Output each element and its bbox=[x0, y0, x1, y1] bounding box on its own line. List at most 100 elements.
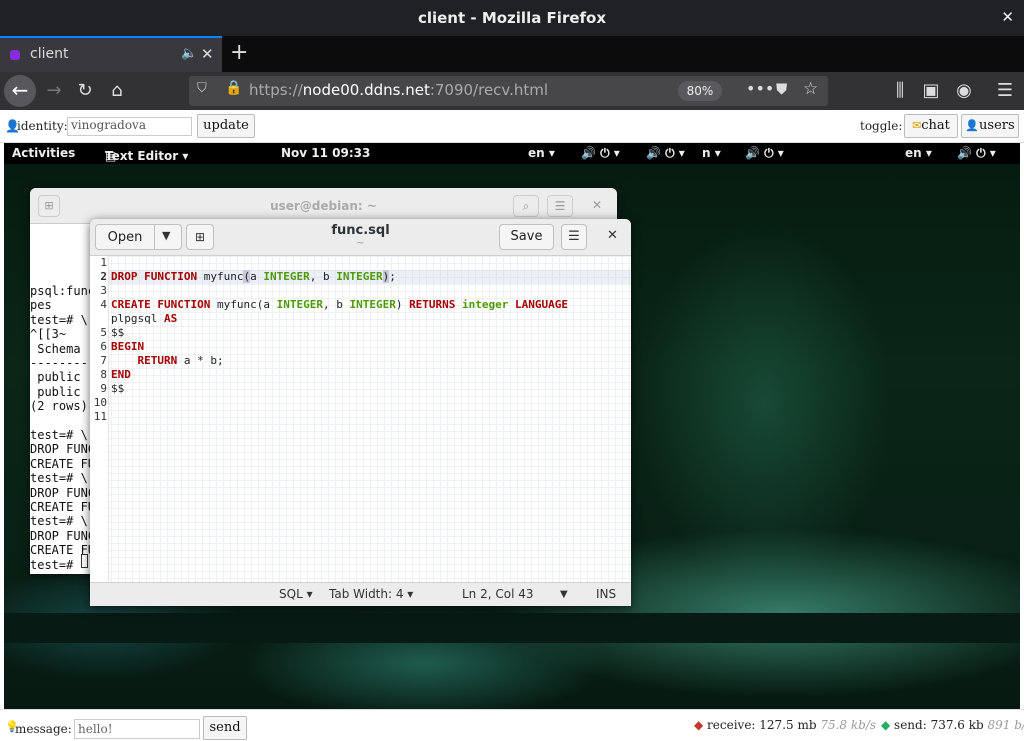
language-indicator-2[interactable]: n ▾ bbox=[702, 146, 721, 160]
system-menu-icon[interactable]: 🔊 ⏻ ▾ bbox=[957, 146, 996, 161]
terminal-line: test=# \ bbox=[30, 312, 88, 327]
tab-label: client bbox=[30, 46, 69, 62]
message-input[interactable]: hello! bbox=[74, 719, 200, 739]
code-line-2[interactable]: DROP FUNCTION myfunc(a INTEGER, b INTEGE… bbox=[111, 270, 396, 284]
message-label: message: bbox=[15, 722, 72, 736]
tab-strip: client 🔈 ✕ + bbox=[0, 36, 1024, 72]
language-indicator[interactable]: en ▾ bbox=[528, 146, 555, 160]
sidebar-icon[interactable]: ▣ bbox=[918, 78, 944, 104]
hamburger-menu-icon[interactable]: ☰ bbox=[992, 78, 1018, 104]
activities-button[interactable]: Activities bbox=[12, 146, 75, 160]
terminal-line: pes bbox=[30, 298, 52, 313]
pocket-icon[interactable]: ⛊ bbox=[776, 80, 787, 98]
remote-desktop[interactable]: Activities ▤ Text Editor ▾ Nov 11 09:33 … bbox=[4, 143, 1020, 709]
code-line-4[interactable]: CREATE FUNCTION myfunc(a INTEGER, b INTE… bbox=[111, 298, 568, 312]
line-number: 5 bbox=[100, 326, 107, 339]
line-number: 8 bbox=[100, 368, 107, 381]
editor-close-icon[interactable]: ✕ bbox=[607, 228, 618, 243]
line-number: 9 bbox=[100, 382, 107, 395]
cursor-position[interactable]: Ln 2, Col 43 bbox=[462, 587, 534, 601]
speaker-icon[interactable]: 🔈 bbox=[181, 46, 197, 61]
line-number: 6 bbox=[100, 340, 107, 353]
reload-button[interactable]: ↻ bbox=[72, 78, 98, 104]
language-selector[interactable]: SQL ▾ bbox=[279, 587, 313, 601]
send-button[interactable]: send bbox=[203, 716, 247, 740]
clock[interactable]: Nov 11 09:33 bbox=[281, 146, 370, 160]
tab-width-selector[interactable]: Tab Width: 4 ▾ bbox=[329, 587, 413, 601]
browser-titlebar: client - Mozilla Firefox ✕ bbox=[0, 0, 1024, 36]
editor-menu-icon[interactable]: ☰ bbox=[561, 224, 587, 250]
line-number-gutter: 1 2 3 4 5 6 7 8 9 10 11 bbox=[90, 256, 109, 582]
insert-mode: INS bbox=[596, 587, 617, 601]
code-line-4-wrap[interactable]: plpgsql AS bbox=[111, 312, 177, 326]
back-button[interactable]: ← bbox=[4, 75, 36, 107]
identity-input[interactable]: vinogradova bbox=[67, 117, 192, 136]
shield-icon[interactable]: ⛉ bbox=[197, 81, 207, 96]
page-actions-icon[interactable]: ••• bbox=[746, 79, 774, 98]
send-icon: ◆ bbox=[881, 718, 895, 732]
identity-label: identity: bbox=[17, 119, 68, 133]
terminal-line: CREATE FU bbox=[30, 500, 96, 514]
volume-icon-2[interactable]: 🔊 ⏻ ▾ bbox=[646, 146, 685, 161]
library-icon[interactable]: ⫼ bbox=[887, 78, 913, 104]
bookmark-star-icon[interactable]: ☆ bbox=[803, 79, 818, 99]
line-number: 11 bbox=[93, 410, 107, 423]
chat-toggle-button[interactable]: ✉chat bbox=[904, 114, 958, 138]
terminal-line: Schema bbox=[30, 341, 81, 356]
terminal-line: DROP FUNC bbox=[30, 442, 96, 457]
text-editor-window[interactable]: Open ▼ ⊞ func.sql ~ Save ☰ ✕ 1 2 3 4 5 6 7 8 9 10… bbox=[90, 219, 631, 606]
receive-stat: ◆ receive: 127.5 mb 75.8 kb/s bbox=[694, 718, 877, 732]
terminal-line: DROP FUNC bbox=[30, 528, 96, 543]
terminal-line: public bbox=[30, 384, 81, 399]
users-icon: 👤 bbox=[965, 119, 980, 132]
language-indicator-3[interactable]: en ▾ bbox=[905, 146, 932, 160]
url-bar[interactable]: ⛉ 🔒 https://node00.ddns.net:7090/recv.ht… bbox=[189, 76, 828, 106]
screen: { "browser": { "window_title": "client -… bbox=[0, 0, 1024, 741]
code-line-5[interactable]: $$ bbox=[111, 326, 124, 340]
lock-icon[interactable]: 🔒 bbox=[225, 80, 242, 96]
line-number: 1 bbox=[100, 256, 107, 269]
code-line-6[interactable]: BEGIN bbox=[111, 340, 144, 354]
terminal-line: test=# \ bbox=[30, 428, 88, 442]
terminal-line: public bbox=[30, 370, 81, 385]
code-line-9[interactable]: $$ bbox=[111, 382, 124, 396]
terminal-cursor bbox=[81, 554, 88, 568]
terminal-menu-icon[interactable]: ☰ bbox=[547, 195, 573, 217]
window-close-icon[interactable]: ✕ bbox=[1001, 8, 1014, 26]
wallpaper-band bbox=[4, 613, 1020, 643]
code-line-8[interactable]: END bbox=[111, 368, 131, 382]
users-toggle-button[interactable]: 👤users bbox=[961, 114, 1019, 138]
code-line-7[interactable]: RETURN a * b; bbox=[111, 354, 224, 368]
toggle-label: toggle: bbox=[860, 119, 903, 133]
home-button[interactable]: ⌂ bbox=[104, 78, 130, 104]
update-button[interactable]: update bbox=[197, 114, 255, 138]
navigation-bar: ← → ↻ ⌂ ⛉ 🔒 https://node00.ddns.net:7090… bbox=[0, 72, 1024, 110]
url-text[interactable]: https://node00.ddns.net:7090/recv.html bbox=[249, 81, 548, 99]
terminal-line: ^[[3~ bbox=[30, 327, 67, 342]
account-icon[interactable]: ◉ bbox=[951, 78, 977, 104]
zoom-badge[interactable]: 80% bbox=[678, 81, 722, 101]
chat-icon: ✉ bbox=[912, 119, 922, 132]
terminal-line: CREATE FU bbox=[30, 456, 96, 471]
terminal-line: test=# \ bbox=[30, 471, 88, 486]
forward-button[interactable]: → bbox=[41, 78, 67, 104]
save-button[interactable]: Save bbox=[499, 224, 554, 250]
terminal-line: (2 rows) bbox=[30, 399, 88, 414]
volume-icon[interactable]: 🔊 ⏻ ▾ bbox=[581, 146, 620, 161]
line-number: 3 bbox=[100, 284, 107, 297]
line-number: 10 bbox=[93, 396, 107, 409]
editor-headerbar: Open ▼ ⊞ func.sql ~ Save ☰ ✕ bbox=[90, 219, 631, 256]
new-tab-button[interactable]: + bbox=[230, 40, 248, 65]
window-title: client - Mozilla Firefox bbox=[417, 9, 607, 27]
tab-client[interactable]: client 🔈 ✕ bbox=[0, 36, 222, 72]
line-number: 7 bbox=[100, 354, 107, 367]
code-area[interactable]: 1 2 3 4 5 6 7 8 9 10 11 DROP FUNCTION myfunc(a INT… bbox=[90, 256, 631, 582]
bottom-bar: 💡 message: hello! send ◆ receive: 127.5 … bbox=[0, 709, 1024, 741]
volume-icon-3[interactable]: 🔊 ⏻ ▾ bbox=[745, 146, 784, 161]
terminal-search-icon[interactable]: ⌕ bbox=[513, 195, 539, 217]
terminal-close-icon[interactable]: ✕ bbox=[592, 198, 602, 212]
editor-statusbar: SQL ▾ Tab Width: 4 ▾ Ln 2, Col 43 ▼ INS bbox=[90, 582, 631, 606]
tab-close-icon[interactable]: ✕ bbox=[201, 45, 214, 63]
position-chevron-down-icon[interactable]: ▼ bbox=[560, 589, 568, 600]
terminal-line: DROP FUNC bbox=[30, 485, 96, 500]
